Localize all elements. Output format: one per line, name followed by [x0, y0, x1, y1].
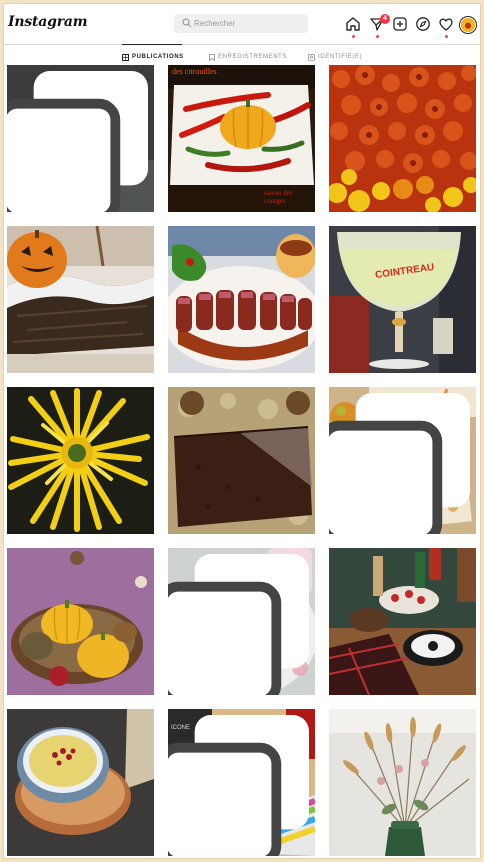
post-pumpkin-basket[interactable] — [7, 548, 154, 695]
post-image — [168, 226, 315, 373]
post-halloween-log-cake[interactable] — [7, 226, 154, 373]
post-caption-bottom: saison des courges — [264, 189, 293, 205]
tab-saved[interactable]: ENREGISTREMENTS — [209, 50, 287, 64]
post-chocolate-chip-loaf[interactable]: ICONE — [168, 709, 315, 856]
post-apples-in-glasses[interactable] — [7, 65, 154, 212]
post-madeleines[interactable] — [168, 548, 315, 695]
post-orange-marigolds[interactable] — [329, 65, 476, 212]
tab-tagged[interactable]: IDENTIFIÉ(E) — [308, 50, 362, 64]
activity-heart-icon[interactable] — [438, 16, 454, 32]
profile-page: Instagram 4 — [4, 4, 480, 858]
post-image — [168, 387, 315, 534]
post-image — [329, 709, 476, 856]
posts-grid: des citrouilles saison des courges COINT… — [7, 65, 477, 858]
multiple-photos-icon — [7, 71, 148, 212]
top-navigation-bar: Instagram 4 — [4, 4, 480, 45]
post-image — [7, 387, 154, 534]
post-chocolate-cake[interactable] — [168, 387, 315, 534]
post-image — [329, 226, 476, 373]
explore-icon[interactable] — [415, 16, 431, 32]
tagged-user-icon — [308, 53, 315, 61]
activity-dot — [444, 35, 448, 38]
post-dried-flowers-vase[interactable] — [329, 709, 476, 856]
post-cointreau-cocktail[interactable]: COINTREAU — [329, 226, 476, 373]
multiple-photos-icon — [329, 393, 470, 534]
bookmark-icon — [209, 53, 215, 61]
post-image — [7, 548, 154, 695]
post-autumn-table[interactable] — [329, 548, 476, 695]
notification-badge: 4 — [380, 14, 390, 24]
multiple-photos-icon — [168, 554, 309, 695]
search-input[interactable] — [194, 14, 302, 33]
grid-icon — [122, 53, 129, 61]
post-soup-bowl[interactable] — [7, 709, 154, 856]
search-icon — [182, 18, 192, 28]
post-pumpkin-with-peppers[interactable]: des citrouilles saison des courges — [168, 65, 315, 212]
post-duck-breast-plate[interactable] — [168, 226, 315, 373]
profile-avatar[interactable] — [461, 18, 475, 32]
active-tab-indicator — [122, 44, 182, 45]
home-active-dot — [351, 35, 355, 38]
post-image — [7, 226, 154, 373]
tab-label: PUBLICATIONS — [132, 54, 184, 60]
new-post-icon[interactable] — [392, 16, 408, 32]
post-image — [329, 548, 476, 695]
tab-label: ENREGISTREMENTS — [218, 54, 288, 60]
instagram-logo[interactable]: Instagram — [8, 14, 88, 30]
post-caption-top: des citrouilles — [172, 67, 217, 76]
tab-label: IDENTIFIÉ(E) — [318, 54, 363, 60]
home-icon[interactable] — [345, 16, 361, 32]
post-autumn-drink[interactable] — [329, 387, 476, 534]
search-box[interactable] — [174, 14, 308, 33]
post-image — [329, 65, 476, 212]
post-yellow-chrysanthemum[interactable] — [7, 387, 154, 534]
tab-publications[interactable]: PUBLICATIONS — [122, 50, 184, 64]
profile-tabs: PUBLICATIONS ENREGISTREMENTS IDENTIFIÉ(E… — [4, 44, 480, 66]
multiple-photos-icon — [168, 715, 309, 856]
messages-dot — [375, 35, 379, 38]
post-image — [7, 709, 154, 856]
